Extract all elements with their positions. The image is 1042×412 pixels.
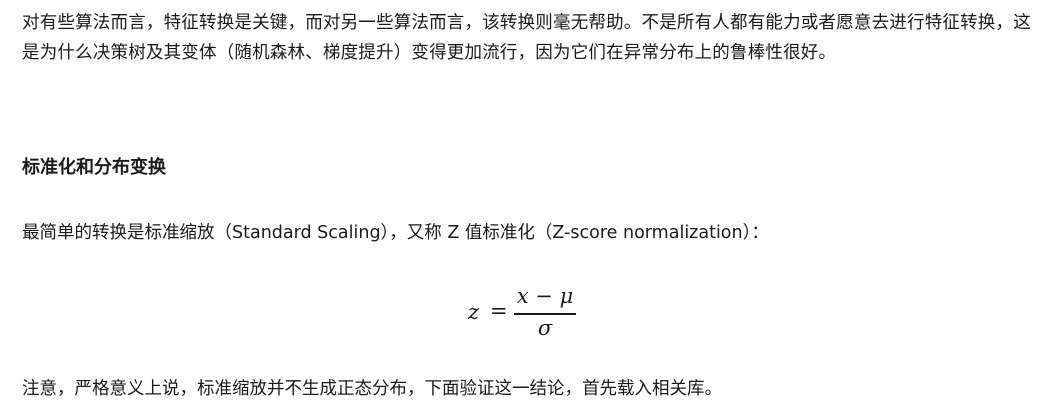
z-score-formula: z = x − μ σ: [466, 284, 586, 344]
formula-numerator: x − μ: [516, 284, 574, 308]
scaling-paragraph: 最简单的转换是标准缩放（Standard Scaling），又称 Z 值标准化（…: [22, 223, 769, 243]
intro-paragraph: 对有些算法而言，特征转换是关键，而对另一些算法而言，该转换则毫无帮助。不是所有人…: [22, 13, 1031, 63]
formula-fraction: x − μ σ: [514, 284, 576, 342]
formula-lhs: z: [468, 300, 480, 324]
section-heading: 标准化和分布变换: [22, 157, 166, 178]
note-paragraph: 注意，严格意义上说，标准缩放并不生成正态分布，下面验证这一结论，首先载入相关库。: [22, 379, 722, 399]
fraction-bar: [514, 313, 576, 315]
formula-denominator: σ: [537, 316, 553, 340]
formula-equals-sign: =: [490, 299, 508, 323]
